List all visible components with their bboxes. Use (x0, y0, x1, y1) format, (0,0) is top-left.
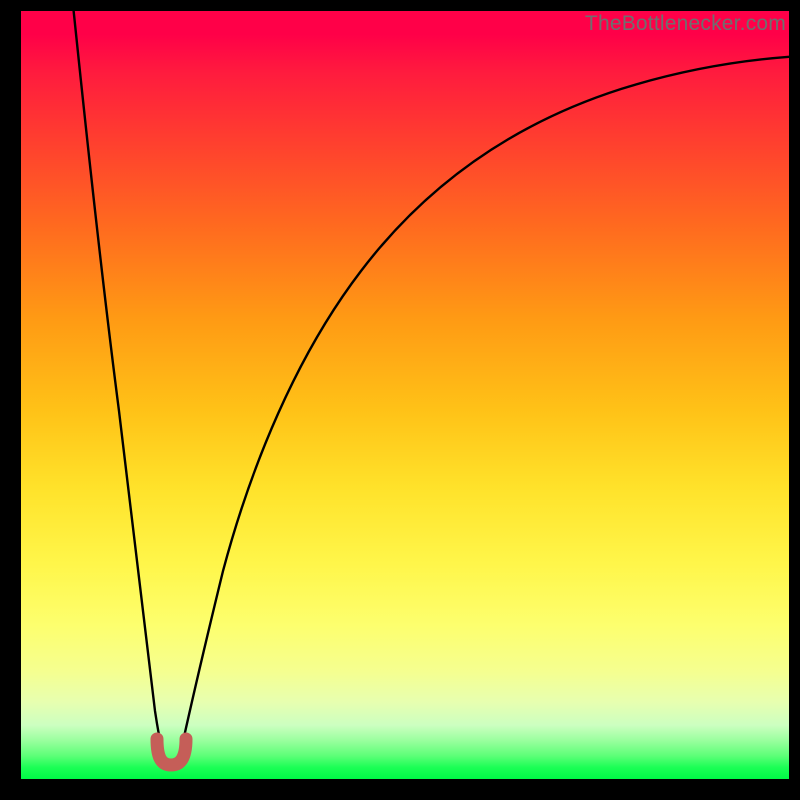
bottleneck-curve-right (180, 56, 789, 755)
minimum-marker (157, 739, 186, 765)
curve-overlay (21, 11, 789, 779)
bottleneck-curve-left (73, 11, 163, 755)
chart-frame: TheBottlenecker.com (0, 0, 800, 800)
plot-area (21, 11, 789, 779)
